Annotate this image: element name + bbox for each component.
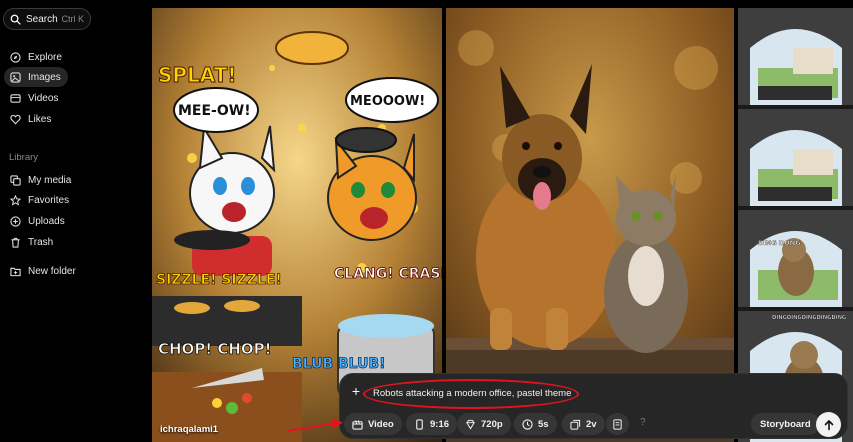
folder-plus-icon (9, 265, 21, 277)
sidebar-item-trash[interactable]: Trash (4, 232, 80, 252)
doorbell-frame-1 (738, 8, 853, 105)
media-icon (9, 174, 21, 186)
document-icon (613, 418, 622, 430)
help-button[interactable]: ? (640, 417, 646, 428)
upload-icon (9, 215, 21, 227)
sidebar-item-label: My media (28, 174, 72, 186)
sidebar-item-likes[interactable]: Likes (4, 109, 68, 129)
creator-username[interactable]: ichraqalami1 (160, 424, 218, 435)
sidebar-item-label: Explore (28, 51, 62, 63)
arrow-up-icon (824, 419, 833, 430)
annotation-arrow (286, 418, 343, 432)
annotation-ellipse (363, 379, 579, 409)
comic-text-blub: BLUB BLUB! (292, 356, 386, 372)
clock-icon (522, 418, 533, 430)
comic-text-splat: SPLAT! (158, 63, 237, 87)
sidebar-item-label: Videos (28, 92, 59, 104)
sidebar-item-images[interactable]: Images (4, 67, 68, 87)
duration-label: 5s (538, 418, 549, 430)
video-icon (9, 92, 21, 104)
sidebar-item-label: Likes (28, 113, 52, 125)
comic-text-meow2: MEOOOW! (350, 94, 425, 109)
storyboard-button[interactable]: Storyboard (751, 413, 820, 435)
notes-button[interactable] (606, 413, 629, 435)
comic-text-sizzle: SIZZLE! SIZZLE! (156, 272, 282, 288)
sidebar-item-uploads[interactable]: Uploads (4, 211, 80, 231)
sidebar-item-my-media[interactable]: My media (4, 170, 80, 190)
sidebar-item-new-folder[interactable]: New folder (4, 261, 84, 281)
mode-selector-button[interactable]: Video (344, 413, 402, 435)
clapperboard-icon (352, 419, 363, 430)
star-icon (9, 194, 21, 206)
search-label: Search (26, 13, 58, 25)
sidebar-item-label: Images (28, 71, 61, 83)
variations-button[interactable]: 2v (562, 413, 605, 435)
stack-icon (570, 419, 581, 430)
sidebar-item-videos[interactable]: Videos (4, 88, 68, 108)
heart-icon (9, 113, 21, 125)
comic-text-meow1: MEE-OW! (178, 103, 251, 119)
add-attachment-button[interactable]: + (349, 384, 363, 398)
diamond-icon (466, 419, 475, 430)
doorbell-frame-2 (738, 109, 853, 206)
comic-text-clang: CLANG! CRASH!! (334, 266, 442, 282)
aspect-ratio-label: 9:16 (430, 418, 450, 430)
resolution-button[interactable]: 720p (457, 413, 511, 435)
doorbell-frame-3 (738, 210, 853, 307)
resolution-label: 720p (481, 418, 503, 430)
aspect-ratio-button[interactable]: 9:16 (406, 413, 458, 435)
comic-text-chop: CHOP! CHOP! (158, 340, 272, 358)
sidebar-item-favorites[interactable]: Favorites (4, 190, 80, 210)
sidebar-item-label: Trash (28, 236, 54, 248)
mode-label: Video (368, 418, 394, 430)
duration-button[interactable]: 5s (514, 413, 557, 435)
search-button[interactable]: Search Ctrl K (3, 8, 91, 30)
search-icon (10, 14, 21, 25)
library-heading: Library (9, 152, 39, 163)
sidebar-item-label: Uploads (28, 215, 65, 227)
sidebar: Search Ctrl K Explore Images Videos Like… (0, 0, 148, 442)
doorbell-caption-2: DINGDINGDINGDINGDING (772, 315, 846, 321)
trash-icon (9, 236, 21, 248)
search-shortcut: Ctrl K (61, 14, 85, 24)
doorbell-caption-1: DING DONG (758, 239, 801, 247)
sidebar-item-label: Favorites (28, 194, 70, 206)
variations-label: 2v (586, 418, 597, 430)
compass-icon (9, 51, 21, 63)
sidebar-item-label: New folder (28, 265, 76, 277)
image-icon (9, 71, 21, 83)
submit-button[interactable] (816, 412, 841, 437)
sidebar-item-explore[interactable]: Explore (4, 47, 68, 67)
phone-portrait-icon (416, 418, 423, 430)
